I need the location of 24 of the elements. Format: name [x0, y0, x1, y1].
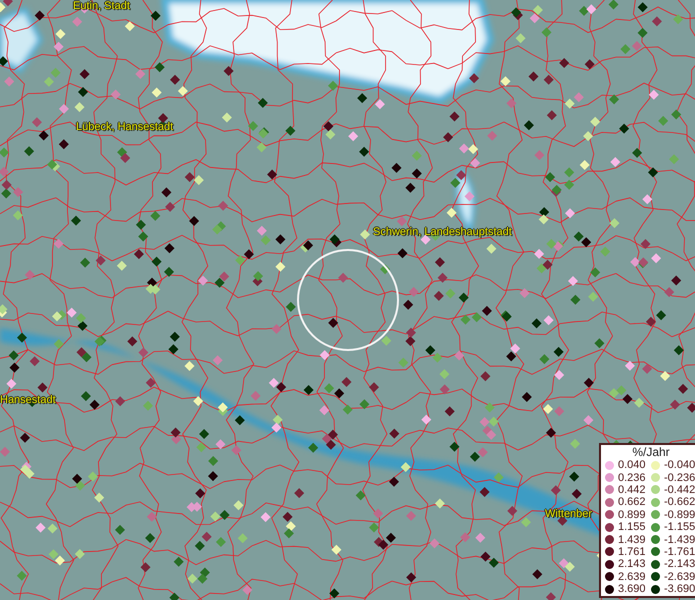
selection-circle[interactable] — [296, 248, 400, 352]
legend-value: 3.690 — [618, 583, 647, 596]
legend-value: -3.690 — [664, 583, 695, 596]
legend-value: 0.236 — [618, 472, 647, 484]
legend-value: -0.442 — [664, 484, 695, 496]
legend-value: -2.639 — [664, 570, 695, 583]
legend-value: -0.662 — [664, 496, 695, 508]
legend-value: 0.442 — [618, 484, 647, 496]
legend-value: 1.761 — [618, 546, 647, 558]
legend-value: 2.639 — [618, 570, 647, 583]
legend-value: -1.761 — [664, 546, 695, 558]
legend-value: 1.439 — [618, 534, 647, 546]
legend-value: -1.155 — [664, 521, 695, 534]
legend-value: -2.143 — [664, 558, 695, 570]
legend-value: 1.155 — [618, 521, 647, 534]
legend-value: -1.439 — [664, 534, 695, 546]
legend-value: 0.040 — [618, 459, 647, 472]
legend-value: -0.040 — [664, 459, 695, 472]
legend-value: 2.143 — [618, 558, 647, 570]
legend-value: 0.899 — [618, 508, 647, 521]
legend-value: -0.899 — [664, 508, 695, 521]
legend-value: 0.662 — [618, 496, 647, 508]
legend-title: %/Jahr — [631, 445, 671, 459]
legend-value: -0.236 — [664, 472, 695, 484]
